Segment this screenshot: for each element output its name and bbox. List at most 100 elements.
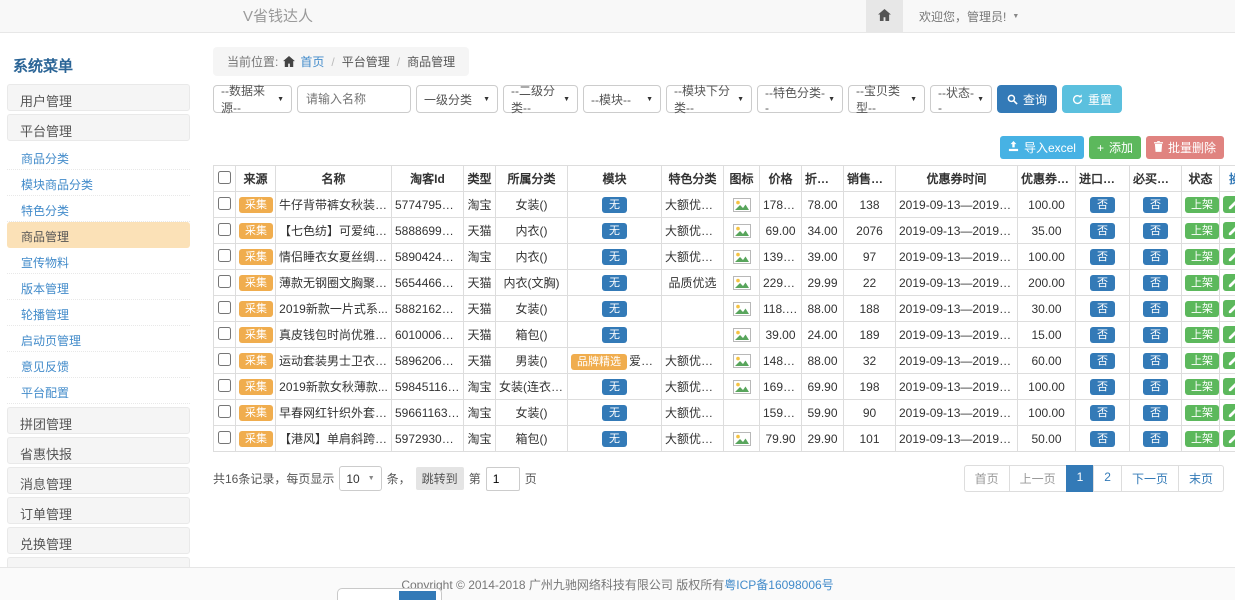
sidebar-group-message[interactable]: 消息管理	[7, 467, 190, 494]
sidebar-item-feedback[interactable]: 意见反馈	[7, 352, 190, 378]
sidebar-item-platform-config[interactable]: 平台配置	[7, 378, 190, 404]
pager-button-2[interactable]: 2	[1093, 465, 1122, 492]
edit-button[interactable]	[1223, 326, 1235, 343]
per-page-select[interactable]: 10 ▼	[339, 466, 381, 491]
edit-button[interactable]	[1223, 248, 1235, 265]
page-number-input[interactable]	[486, 467, 520, 491]
sidebar-group-platform[interactable]: 平台管理	[7, 114, 190, 141]
batch-delete-button[interactable]: 批量删除	[1146, 136, 1224, 159]
sidebar-group-exchange[interactable]: 兑换管理	[7, 527, 190, 554]
status-button[interactable]: 上架	[1185, 379, 1219, 395]
row-checkbox[interactable]	[218, 327, 231, 340]
filter-select-module[interactable]: --模块--▼	[583, 85, 661, 113]
sidebar-item-module-goods-category[interactable]: 模块商品分类	[7, 170, 190, 196]
import-select-toggle[interactable]: 否	[1090, 405, 1115, 421]
filter-select-data-source[interactable]: --数据来源--▼	[213, 85, 292, 113]
row-checkbox[interactable]	[218, 379, 231, 392]
status-button[interactable]: 上架	[1185, 275, 1219, 291]
edit-button[interactable]	[1223, 378, 1235, 395]
import-select-toggle[interactable]: 否	[1090, 223, 1115, 239]
must-buy-toggle[interactable]: 否	[1143, 431, 1168, 447]
filter-select-status[interactable]: --状态--▼	[930, 85, 992, 113]
edit-button[interactable]	[1223, 430, 1235, 447]
import-select-toggle[interactable]: 否	[1090, 249, 1115, 265]
operations-cell	[1220, 218, 1235, 244]
page-footer: Copyright © 2014-2018 广州九驰网络科技有限公司 版权所有 …	[0, 567, 1235, 600]
sidebar-item-carousel-management[interactable]: 轮播管理	[7, 300, 190, 326]
query-button[interactable]: 查询	[997, 85, 1057, 113]
row-checkbox[interactable]	[218, 275, 231, 288]
status-button[interactable]: 上架	[1185, 405, 1219, 421]
import-select-toggle[interactable]: 否	[1090, 327, 1115, 343]
must-buy-toggle[interactable]: 否	[1143, 197, 1168, 213]
sidebar-item-promo-material[interactable]: 宣传物料	[7, 248, 190, 274]
row-checkbox[interactable]	[218, 197, 231, 210]
import-excel-button[interactable]: 导入excel	[1000, 136, 1084, 159]
row-checkbox[interactable]	[218, 353, 231, 366]
filter-select-module-subcategory[interactable]: --模块下分类--▼	[666, 85, 752, 113]
breadcrumb-home-link[interactable]: 首页	[300, 53, 324, 70]
sidebar-item-goods-management[interactable]: 商品管理	[7, 222, 190, 248]
must-buy-toggle[interactable]: 否	[1143, 405, 1168, 421]
status-button[interactable]: 上架	[1185, 197, 1219, 213]
module-cell: 品牌精选爱上运动	[568, 348, 662, 374]
user-menu[interactable]: 欢迎您，管理员! ▼	[903, 0, 1035, 33]
status-button[interactable]: 上架	[1185, 223, 1219, 239]
import-select-toggle[interactable]: 否	[1090, 197, 1115, 213]
select-all-checkbox[interactable]	[218, 171, 231, 184]
add-button[interactable]: + 添加	[1089, 136, 1141, 159]
import-select-toggle[interactable]: 否	[1090, 275, 1115, 291]
sidebar-item-version-management[interactable]: 版本管理	[7, 274, 190, 300]
must-buy-toggle[interactable]: 否	[1143, 327, 1168, 343]
import-select-toggle[interactable]: 否	[1090, 301, 1115, 317]
must-buy-toggle[interactable]: 否	[1143, 275, 1168, 291]
filter-select-level1-category[interactable]: 一级分类▼	[416, 85, 498, 113]
row-checkbox[interactable]	[218, 431, 231, 444]
must-buy-toggle[interactable]: 否	[1143, 301, 1168, 317]
edit-button[interactable]	[1223, 196, 1235, 213]
status-button[interactable]: 上架	[1185, 353, 1219, 369]
filter-select-level2-category[interactable]: --二级分类--▼	[503, 85, 578, 113]
sidebar-item-splash-management[interactable]: 启动页管理	[7, 326, 190, 352]
pager-button-首页[interactable]: 首页	[964, 465, 1010, 492]
import-select-toggle[interactable]: 否	[1090, 431, 1115, 447]
icp-link[interactable]: 粤ICP备16098006号	[724, 576, 833, 593]
reset-button[interactable]: 重置	[1062, 85, 1122, 113]
filter-select-feature-category[interactable]: --特色分类--▼	[757, 85, 843, 113]
import-select-toggle[interactable]: 否	[1090, 353, 1115, 369]
sidebar-group-save-express[interactable]: 省惠快报	[7, 437, 190, 464]
name-search-input[interactable]	[297, 85, 411, 113]
pager-button-末页[interactable]: 末页	[1178, 465, 1224, 492]
edit-button[interactable]	[1223, 300, 1235, 317]
sidebar-group-group-buy[interactable]: 拼团管理	[7, 407, 190, 434]
row-checkbox[interactable]	[218, 405, 231, 418]
edit-button[interactable]	[1223, 404, 1235, 421]
pager-button-1[interactable]: 1	[1066, 465, 1095, 492]
sidebar-item-goods-category[interactable]: 商品分类	[7, 144, 190, 170]
row-checkbox[interactable]	[218, 223, 231, 236]
sidebar-group-user[interactable]: 用户管理	[7, 84, 190, 111]
jump-button[interactable]: 跳转到	[416, 467, 464, 490]
pager-button-下一页[interactable]: 下一页	[1121, 465, 1179, 492]
selected-value: 一级分类	[424, 91, 472, 108]
pager-button-上一页[interactable]: 上一页	[1009, 465, 1067, 492]
must-buy-toggle[interactable]: 否	[1143, 353, 1168, 369]
filter-select-item-type[interactable]: --宝贝类型--▼	[848, 85, 925, 113]
edit-button[interactable]	[1223, 352, 1235, 369]
row-checkbox[interactable]	[218, 249, 231, 262]
status-button[interactable]: 上架	[1185, 431, 1219, 447]
must-buy-toggle[interactable]: 否	[1143, 223, 1168, 239]
module-badge: 品牌精选	[571, 354, 627, 370]
status-button[interactable]: 上架	[1185, 327, 1219, 343]
status-button[interactable]: 上架	[1185, 249, 1219, 265]
edit-button[interactable]	[1223, 274, 1235, 291]
sidebar-group-order[interactable]: 订单管理	[7, 497, 190, 524]
status-button[interactable]: 上架	[1185, 301, 1219, 317]
row-checkbox[interactable]	[218, 301, 231, 314]
must-buy-toggle[interactable]: 否	[1143, 249, 1168, 265]
import-select-toggle[interactable]: 否	[1090, 379, 1115, 395]
home-button[interactable]	[866, 0, 903, 33]
edit-button[interactable]	[1223, 222, 1235, 239]
sidebar-item-feature-category[interactable]: 特色分类	[7, 196, 190, 222]
must-buy-toggle[interactable]: 否	[1143, 379, 1168, 395]
